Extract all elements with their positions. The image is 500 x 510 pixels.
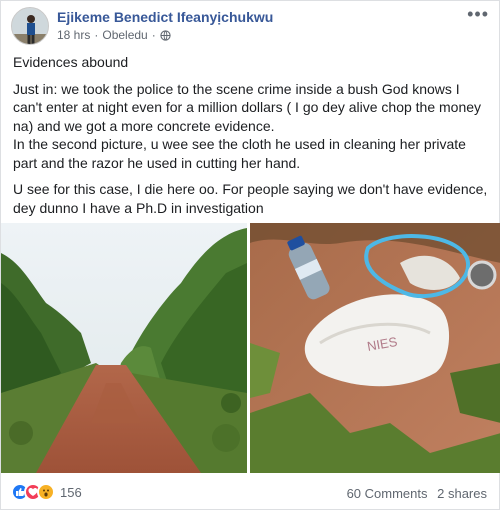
post-paragraph: Just in: we took the police to the scene… — [13, 80, 482, 134]
reaction-summary[interactable]: 156 — [11, 483, 82, 501]
engagement-stats: 60 Comments 2 shares — [347, 486, 487, 501]
bush-path-photo[interactable] — [1, 223, 247, 473]
meta-separator: · — [94, 28, 99, 42]
post-time[interactable]: 18 hrs — [57, 28, 90, 42]
reaction-count: 156 — [60, 484, 82, 500]
post-header: Ejikeme Benedict Ifeanyịchukwu 18 hrs · … — [11, 5, 491, 47]
post-paragraph: In the second picture, u wee see the clo… — [13, 136, 466, 171]
cloth-evidence-photo[interactable]: NIES — [250, 223, 500, 473]
post-paragraph: Evidences abound — [13, 54, 129, 70]
more-options-icon[interactable]: ••• — [467, 5, 489, 23]
avatar[interactable] — [11, 7, 49, 45]
post-footer: 156 60 Comments 2 shares — [1, 477, 500, 509]
shares-count[interactable]: 2 shares — [437, 486, 487, 501]
post-meta: 18 hrs · Obeledu · — [57, 28, 171, 42]
post-paragraph: U see for this case, I die here oo. For … — [13, 181, 488, 216]
comments-count[interactable]: 60 Comments — [347, 486, 428, 501]
meta-separator-2: · — [151, 28, 156, 42]
globe-icon — [160, 29, 171, 41]
post-photos: NIES — [1, 223, 500, 473]
post-location[interactable]: Obeledu — [102, 28, 147, 42]
post-text: Evidences abound Just in: we took the po… — [13, 53, 491, 225]
post-author[interactable]: Ejikeme Benedict Ifeanyịchukwu — [57, 9, 273, 25]
post-card: Ejikeme Benedict Ifeanyịchukwu 18 hrs · … — [0, 0, 500, 510]
wow-icon — [37, 483, 55, 501]
